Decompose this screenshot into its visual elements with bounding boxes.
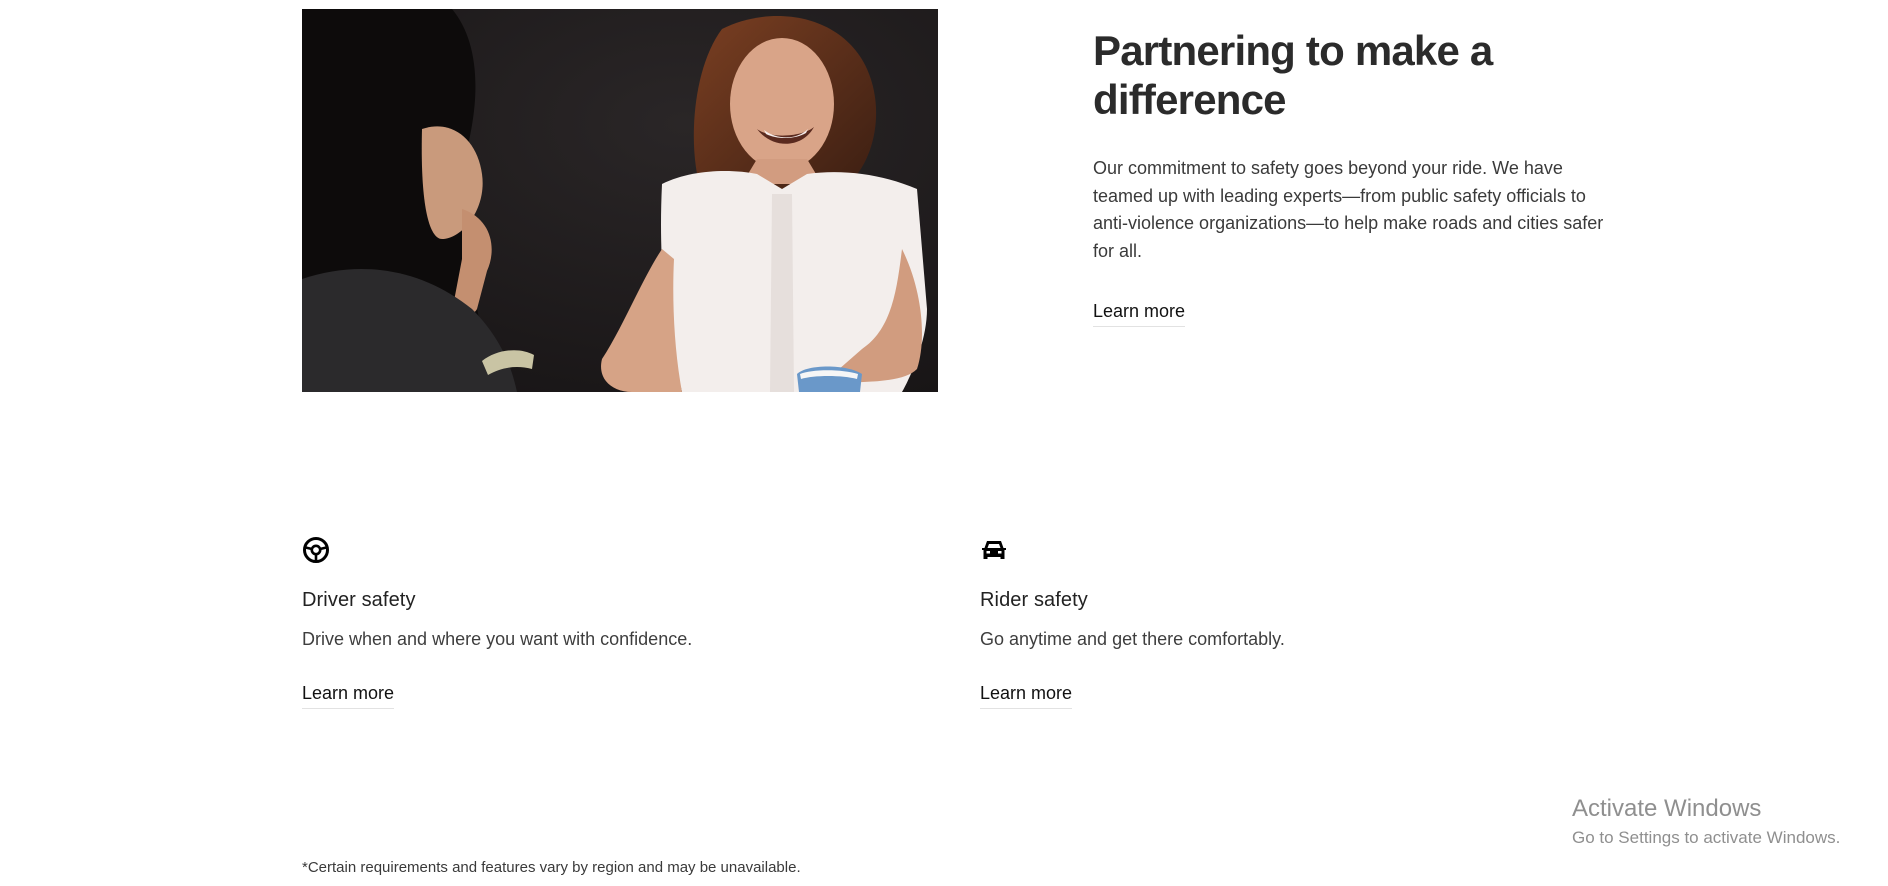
- section-heading: Partnering to make a difference: [1093, 27, 1493, 123]
- rider-learn-more-link[interactable]: Learn more: [980, 681, 1073, 709]
- driver-safety-title: Driver safety: [302, 589, 416, 611]
- intro-learn-more-link[interactable]: Learn more: [1093, 299, 1186, 327]
- watermark-subtitle: Go to Settings to activate Windows.: [1572, 828, 1841, 847]
- section-description: Our commitment to safety goes beyond you…: [1093, 158, 1604, 261]
- intro-section: Partnering to make a difference Our comm…: [1093, 26, 1613, 327]
- watermark-title: Activate Windows: [1572, 795, 1762, 822]
- driver-learn-more-link[interactable]: Learn more: [302, 681, 395, 709]
- hero-photo: [302, 9, 938, 392]
- driver-safety-card: Driver safety Drive when and where you w…: [302, 536, 862, 709]
- footnote: *Certain requirements and features vary …: [302, 859, 801, 876]
- car-icon: [980, 536, 1008, 564]
- hero-photo-illustration: [302, 9, 938, 392]
- rider-safety-title: Rider safety: [980, 589, 1088, 611]
- rider-safety-description: Go anytime and get there comfortably.: [980, 629, 1285, 649]
- safety-page: Partnering to make a difference Our comm…: [0, 0, 1888, 886]
- driver-safety-description: Drive when and where you want with confi…: [302, 629, 693, 649]
- activate-windows-watermark: Activate Windows Go to Settings to activ…: [1572, 794, 1840, 850]
- rider-safety-card: Rider safety Go anytime and get there co…: [980, 536, 1540, 709]
- steering-wheel-icon: [302, 536, 330, 564]
